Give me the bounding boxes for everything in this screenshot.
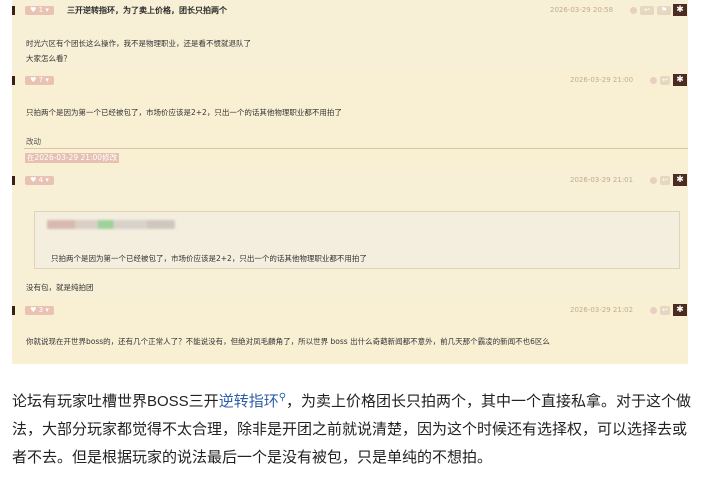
article-paragraph: 论坛有玩家吐槽世界BOSS三开逆转指环⚲，为卖上价格团长只拍两个，其中一个直接私… (12, 388, 692, 472)
gear-icon[interactable]: ✱ (673, 174, 687, 186)
like-badge[interactable]: ♥ 7 ▾ (25, 76, 54, 85)
article-text: 论坛有玩家吐槽世界BOSS三开 (12, 393, 219, 410)
quote-dot-icon[interactable] (650, 77, 657, 84)
reply-icon[interactable]: ↩ (660, 76, 670, 85)
divider (24, 148, 688, 149)
forum-post: ♥ 1 ▾ 三开逆转指环，为了卖上价格，团长只拍两个 2026-03-29 20… (12, 0, 688, 70)
edit-note: 在2026-03-29 21:00修改 (25, 153, 120, 163)
forum-post: ♥ 3 ▾ 2026-03-29 21:02 ↩ ✱ 你就说现在开世界boss的… (12, 300, 688, 364)
search-icon[interactable]: ⚲ (279, 392, 286, 403)
like-badge[interactable]: ♥ 4 ▾ (25, 176, 54, 185)
quote-block: 只拍两个是因为第一个已经被包了，市场价应该是2+2，只出一个的话其他物理职业都不… (34, 211, 680, 269)
post-text-line: 时光六区有个团长这么操作，我不是物理职业，还是看不惯就退队了 (26, 39, 251, 48)
quote-text: 只拍两个是因为第一个已经被包了，市场价应该是2+2，只出一个的话其他物理职业都不… (51, 254, 367, 263)
post-title: 三开逆转指环，为了卖上价格，团长只拍两个 (67, 6, 227, 15)
blurred-username (47, 220, 175, 229)
post-time: 2026-03-29 21:00 (570, 76, 634, 84)
forum-post: ♥ 7 ▾ 2026-03-29 21:00 ↩ ✱ 只拍两个是因为第一个已经被… (12, 70, 688, 170)
post-header: ♥ 4 ▾ 2026-03-29 21:01 ↩ ✱ (12, 174, 688, 187)
forum-screenshot: ♥ 1 ▾ 三开逆转指环，为了卖上价格，团长只拍两个 2026-03-29 20… (12, 0, 688, 364)
post-header: ♥ 1 ▾ 三开逆转指环，为了卖上价格，团长只拍两个 2026-03-29 20… (12, 4, 688, 17)
like-count: 4 (38, 176, 44, 184)
keyword-link[interactable]: 逆转指环 (219, 393, 279, 410)
gear-icon[interactable]: ✱ (673, 74, 687, 86)
post-time: 2026-03-29 21:01 (570, 176, 634, 184)
like-count: 3 (38, 306, 44, 314)
post-text-line: 你就说现在开世界boss的，还有几个正常人了？不能说没有，但绝对凤毛麟角了，所以… (26, 337, 550, 346)
post-time: 2026-03-29 20:58 (550, 6, 614, 14)
like-count: 7 (38, 76, 44, 84)
floor-marker (12, 6, 15, 15)
floor-marker (12, 306, 15, 315)
post-text-line: 只拍两个是因为第一个已经被包了，市场价应该是2+2，只出一个的话其他物理职业都不… (26, 108, 342, 117)
post-header: ♥ 7 ▾ 2026-03-29 21:00 ↩ ✱ (12, 74, 688, 87)
floor-marker (12, 76, 15, 85)
gear-icon[interactable]: ✱ (673, 304, 687, 316)
edit-label: 改动 (26, 137, 41, 146)
post-time: 2026-03-29 21:02 (570, 306, 634, 314)
like-count: 1 (38, 6, 44, 14)
floor-marker (12, 176, 15, 185)
post-header: ♥ 3 ▾ 2026-03-29 21:02 ↩ ✱ (12, 304, 688, 317)
like-badge[interactable]: ♥ 1 ▾ (25, 6, 54, 15)
reply-icon[interactable]: ↩ (660, 176, 670, 185)
post-text-line: 大家怎么看？ (26, 54, 71, 63)
gear-icon[interactable]: ✱ (673, 4, 687, 16)
reply-icon[interactable]: ↩ (640, 6, 654, 15)
quote-dot-icon[interactable] (650, 177, 657, 184)
reply-icon[interactable]: ↩ (660, 306, 670, 315)
post-text-line: 没有包，就是纯拍团 (26, 283, 94, 292)
like-badge[interactable]: ♥ 3 ▾ (25, 306, 54, 315)
quote-dot-icon[interactable] (650, 307, 657, 314)
report-icon[interactable]: ⚑ (657, 6, 671, 15)
forum-post: ♥ 4 ▾ 2026-03-29 21:01 ↩ ✱ 只拍两个是因为第一个已经被… (12, 170, 688, 300)
quote-dot-icon[interactable] (630, 7, 637, 14)
